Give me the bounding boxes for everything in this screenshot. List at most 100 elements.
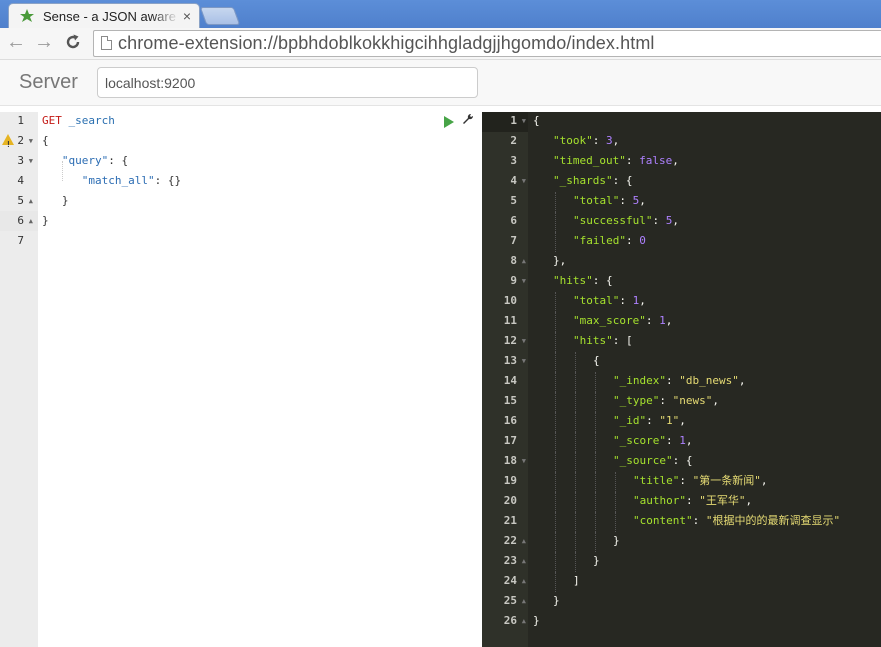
gutter-line[interactable]: 8 ▲ — [482, 251, 528, 271]
indent-guide — [555, 192, 556, 212]
code-line: "took": 3, — [553, 134, 620, 147]
indent-guide — [575, 532, 576, 552]
gutter-line: 4 — [17, 174, 24, 187]
gutter-line: 11 — [503, 314, 517, 327]
code-line: "max_score": 1, — [573, 314, 673, 327]
gutter-line[interactable]: 12 ▼ — [482, 331, 528, 351]
gutter-line[interactable]: 6 ▲ — [0, 211, 38, 231]
indent-guide — [595, 372, 596, 392]
code-line: "total": 1, — [573, 294, 646, 307]
indent-guide — [615, 512, 616, 532]
browser-tab-bar: Sense - a JSON aware interface to Elasti… — [0, 0, 881, 28]
browser-tab[interactable]: Sense - a JSON aware interface to Elasti… — [8, 3, 200, 28]
indent-guide — [555, 572, 556, 592]
code-line: "hits": { — [553, 274, 613, 287]
indent-guide — [555, 392, 556, 412]
gutter-line: 7 — [510, 234, 517, 247]
gutter-line[interactable]: 5 ▲ — [0, 191, 38, 211]
gutter-line: 17 — [503, 434, 517, 447]
code-line: { — [593, 354, 600, 367]
tab-title: Sense - a JSON aware interface to Elasti… — [43, 8, 179, 24]
close-tab-icon[interactable]: × — [183, 8, 191, 24]
code-line: "query": { — [61, 154, 129, 167]
new-tab-button[interactable] — [199, 7, 241, 25]
code-line: "_id": "1", — [613, 414, 686, 427]
gutter-line[interactable]: 25 ▲ — [482, 591, 528, 611]
indent-guide — [555, 212, 556, 232]
gutter-line: 19 — [503, 474, 517, 487]
gutter-line[interactable]: 1 ▼ — [482, 111, 528, 131]
indent-guide — [575, 472, 576, 492]
code-line: "successful": 5, — [573, 214, 679, 227]
url-text: chrome-extension://bpbhdoblkokkhigcihhgl… — [118, 33, 655, 53]
code-line: } — [613, 534, 620, 547]
request-editor[interactable]: 1 2▼ 3▼ 4 5▲ 6▲ 7 GET _search { "query":… — [0, 112, 474, 647]
indent-guide — [555, 332, 556, 352]
indent-guide — [555, 532, 556, 552]
request-code[interactable]: GET _search { "query": { "match_all": {}… — [38, 112, 465, 647]
reload-icon[interactable] — [64, 30, 82, 57]
server-input[interactable] — [97, 67, 478, 98]
code-line: "author": "王军华", — [633, 494, 753, 507]
indent-guide — [555, 452, 556, 472]
back-arrow-icon[interactable]: ← — [6, 31, 26, 54]
browser-toolbar: ← → chrome-extension://bpbhdoblkokkhigci… — [0, 28, 881, 60]
gutter-line[interactable]: 22 ▲ — [482, 531, 528, 551]
gutter-line[interactable]: 2▼ — [0, 131, 38, 155]
code-line: "timed_out": false, — [553, 154, 679, 167]
gutter-line: 6 — [510, 214, 517, 227]
gutter-line[interactable]: 3 ▼ — [0, 151, 38, 171]
gutter-line: 1 — [17, 114, 24, 127]
gutter-line[interactable]: 13 ▼ — [482, 351, 528, 371]
code-line: { — [42, 134, 49, 147]
indent-guide — [595, 432, 596, 452]
indent-guide — [575, 432, 576, 452]
address-bar[interactable]: chrome-extension://bpbhdoblkokkhigcihhgl… — [93, 30, 881, 57]
gutter-line[interactable]: 18 ▼ — [482, 451, 528, 471]
brand-label: Server — [19, 71, 78, 93]
indent-guide — [615, 492, 616, 512]
indent-guide — [575, 512, 576, 532]
code-line: "content": "根据中的的最新调查显示" — [633, 514, 841, 527]
indent-guide — [555, 352, 556, 372]
wrench-icon[interactable] — [462, 113, 474, 128]
response-output[interactable]: 1 ▼ 2 3 4 ▼ 5 6 7 8 ▲ 9 ▼ 10 11 12 ▼ 13 ▼ 14 15 16 17 18 ▼ 19 20 21… — [482, 112, 881, 647]
code-line: } — [593, 554, 600, 567]
gutter-line: 16 — [503, 414, 517, 427]
gutter-line: 5 — [510, 194, 517, 207]
indent-guide — [555, 472, 556, 492]
gutter-line[interactable]: 9 ▼ — [482, 271, 528, 291]
code-line: }, — [553, 254, 567, 267]
indent-guide — [555, 292, 556, 312]
warning-icon — [2, 134, 14, 155]
code-line: "_shards": { — [553, 174, 633, 187]
gutter-line: 21 — [503, 514, 517, 527]
gutter-line[interactable]: 4 ▼ — [482, 171, 528, 191]
code-line: GET _search — [42, 114, 115, 127]
code-line: } — [553, 594, 560, 607]
gutter-line[interactable]: 26 ▲ — [482, 611, 528, 631]
code-line: "_source": { — [613, 454, 693, 467]
elastic-leaf-icon — [19, 8, 35, 24]
indent-guide — [575, 372, 576, 392]
indent-guide — [555, 312, 556, 332]
indent-guide — [595, 472, 596, 492]
gutter-line: 10 — [503, 294, 517, 307]
code-line: "total": 5, — [573, 194, 646, 207]
code-line: "hits": [ — [573, 334, 633, 347]
gutter-line: 14 — [503, 374, 517, 387]
indent-guide — [555, 232, 556, 252]
gutter-line[interactable]: 23 ▲ — [482, 551, 528, 571]
gutter-line[interactable]: 24 ▲ — [482, 571, 528, 591]
gutter-line: 2 — [510, 134, 517, 147]
code-line: ] — [573, 574, 580, 587]
indent-guide — [595, 492, 596, 512]
indent-guide — [615, 472, 616, 492]
indent-guide — [595, 452, 596, 472]
code-line: } — [533, 614, 540, 627]
forward-arrow-icon[interactable]: → — [34, 31, 54, 54]
indent-guide — [555, 372, 556, 392]
play-icon[interactable] — [444, 116, 454, 128]
indent-guide — [575, 492, 576, 512]
indent-guide — [595, 532, 596, 552]
